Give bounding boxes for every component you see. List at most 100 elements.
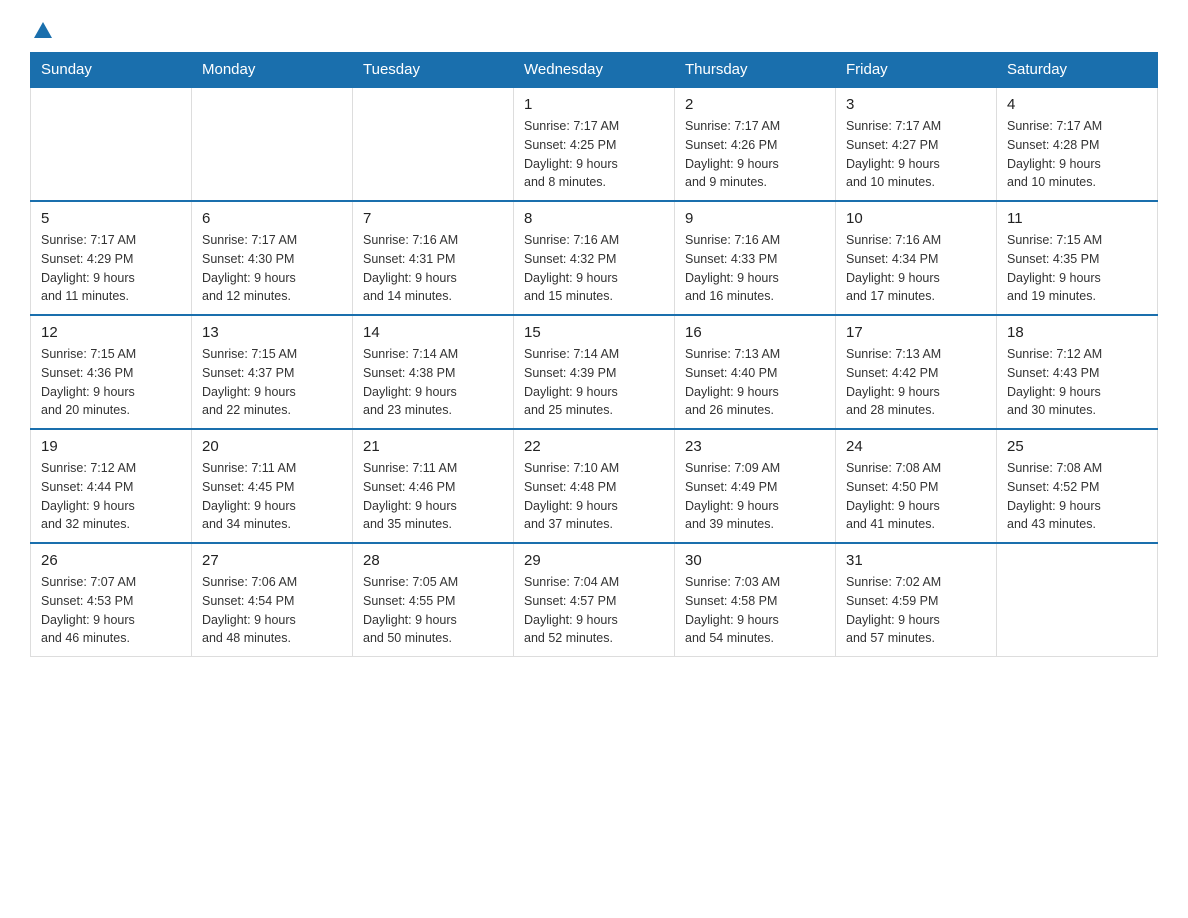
calendar-week-1: 1 Sunrise: 7:17 AM Sunset: 4:25 PM Daylig… (31, 87, 1158, 201)
calendar-cell: 9Sunrise: 7:16 AM Sunset: 4:33 PM Daylig… (675, 201, 836, 315)
day-number: 4 (1007, 96, 1147, 113)
calendar-cell: 29 Sunrise: 7:04 AM Sunset: 4:57 PM Dayli… (514, 543, 675, 657)
day-number: 31 (846, 552, 986, 569)
day-info: Sunrise: 7:14 AM Sunset: 4:39 PM Dayligh… (524, 345, 664, 420)
day-number: 10 (846, 210, 986, 227)
calendar-cell: 8 Sunrise: 7:16 AM Sunset: 4:32 PM Daylig… (514, 201, 675, 315)
calendar-cell: 20Sunrise: 7:11 AM Sunset: 4:45 PM Dayli… (192, 429, 353, 543)
calendar-header: SundayMondayTuesdayWednesdayThursdayFrid… (31, 53, 1158, 88)
day-number: 6 (202, 210, 342, 227)
day-number: 25 (1007, 438, 1147, 455)
day-info: Sunrise: 7:17 AM Sunset: 4:29 PM Dayligh… (41, 231, 181, 306)
day-number: 24 (846, 438, 986, 455)
day-info: Sunrise: 7:06 AM Sunset: 4:54 PM Dayligh… (202, 573, 342, 648)
calendar-cell: 24Sunrise: 7:08 AM Sunset: 4:50 PM Dayli… (836, 429, 997, 543)
day-number: 5 (41, 210, 181, 227)
day-info: Sunrise: 7:17 AM Sunset: 4:27 PM Dayligh… (846, 117, 986, 192)
calendar-cell: 3 Sunrise: 7:17 AM Sunset: 4:27 PM Daylig… (836, 87, 997, 201)
calendar-cell: 25 Sunrise: 7:08 AM Sunset: 4:52 PM Dayli… (997, 429, 1158, 543)
weekday-header-monday: Monday (192, 53, 353, 88)
calendar-cell: 12 Sunrise: 7:15 AM Sunset: 4:36 PM Dayli… (31, 315, 192, 429)
day-info: Sunrise: 7:09 AM Sunset: 4:49 PM Dayligh… (685, 459, 825, 534)
day-number: 13 (202, 324, 342, 341)
day-info: Sunrise: 7:12 AM Sunset: 4:43 PM Dayligh… (1007, 345, 1147, 420)
calendar-cell: 16Sunrise: 7:13 AM Sunset: 4:40 PM Dayli… (675, 315, 836, 429)
day-info: Sunrise: 7:05 AM Sunset: 4:55 PM Dayligh… (363, 573, 503, 648)
day-number: 27 (202, 552, 342, 569)
day-number: 17 (846, 324, 986, 341)
day-info: Sunrise: 7:17 AM Sunset: 4:28 PM Dayligh… (1007, 117, 1147, 192)
calendar-body: 1 Sunrise: 7:17 AM Sunset: 4:25 PM Daylig… (31, 87, 1158, 657)
day-info: Sunrise: 7:03 AM Sunset: 4:58 PM Dayligh… (685, 573, 825, 648)
calendar-cell: 14 Sunrise: 7:14 AM Sunset: 4:38 PM Dayli… (353, 315, 514, 429)
logo (30, 20, 54, 42)
calendar-cell: 11 Sunrise: 7:15 AM Sunset: 4:35 PM Dayli… (997, 201, 1158, 315)
calendar-cell: 6 Sunrise: 7:17 AM Sunset: 4:30 PM Daylig… (192, 201, 353, 315)
day-info: Sunrise: 7:14 AM Sunset: 4:38 PM Dayligh… (363, 345, 503, 420)
day-number: 1 (524, 96, 664, 113)
weekday-header-wednesday: Wednesday (514, 53, 675, 88)
day-number: 11 (1007, 210, 1147, 227)
day-info: Sunrise: 7:17 AM Sunset: 4:25 PM Dayligh… (524, 117, 664, 192)
day-info: Sunrise: 7:10 AM Sunset: 4:48 PM Dayligh… (524, 459, 664, 534)
calendar-cell: 2 Sunrise: 7:17 AM Sunset: 4:26 PM Daylig… (675, 87, 836, 201)
day-info: Sunrise: 7:04 AM Sunset: 4:57 PM Dayligh… (524, 573, 664, 648)
day-info: Sunrise: 7:17 AM Sunset: 4:26 PM Dayligh… (685, 117, 825, 192)
calendar-cell: 4 Sunrise: 7:17 AM Sunset: 4:28 PM Daylig… (997, 87, 1158, 201)
day-info: Sunrise: 7:13 AM Sunset: 4:42 PM Dayligh… (846, 345, 986, 420)
day-info: Sunrise: 7:08 AM Sunset: 4:52 PM Dayligh… (1007, 459, 1147, 534)
day-number: 30 (685, 552, 825, 569)
day-number: 14 (363, 324, 503, 341)
day-number: 22 (524, 438, 664, 455)
day-info: Sunrise: 7:16 AM Sunset: 4:32 PM Dayligh… (524, 231, 664, 306)
weekday-header-sunday: Sunday (31, 53, 192, 88)
weekday-header-friday: Friday (836, 53, 997, 88)
calendar-cell: 18 Sunrise: 7:12 AM Sunset: 4:43 PM Dayli… (997, 315, 1158, 429)
day-info: Sunrise: 7:15 AM Sunset: 4:36 PM Dayligh… (41, 345, 181, 420)
day-info: Sunrise: 7:07 AM Sunset: 4:53 PM Dayligh… (41, 573, 181, 648)
day-number: 7 (363, 210, 503, 227)
calendar-week-4: 19 Sunrise: 7:12 AM Sunset: 4:44 PM Dayli… (31, 429, 1158, 543)
weekday-header-thursday: Thursday (675, 53, 836, 88)
calendar-cell: 13 Sunrise: 7:15 AM Sunset: 4:37 PM Dayli… (192, 315, 353, 429)
day-number: 19 (41, 438, 181, 455)
day-number: 2 (685, 96, 825, 113)
calendar-cell: 22 Sunrise: 7:10 AM Sunset: 4:48 PM Dayli… (514, 429, 675, 543)
day-number: 16 (685, 324, 825, 341)
calendar-cell (192, 87, 353, 201)
day-info: Sunrise: 7:16 AM Sunset: 4:31 PM Dayligh… (363, 231, 503, 306)
day-number: 20 (202, 438, 342, 455)
day-info: Sunrise: 7:15 AM Sunset: 4:37 PM Dayligh… (202, 345, 342, 420)
day-info: Sunrise: 7:15 AM Sunset: 4:35 PM Dayligh… (1007, 231, 1147, 306)
weekday-header-tuesday: Tuesday (353, 53, 514, 88)
calendar-cell (353, 87, 514, 201)
day-number: 3 (846, 96, 986, 113)
calendar-cell: 19 Sunrise: 7:12 AM Sunset: 4:44 PM Dayli… (31, 429, 192, 543)
weekday-row: SundayMondayTuesdayWednesdayThursdayFrid… (31, 53, 1158, 88)
logo-triangle-icon (32, 20, 54, 42)
calendar-cell: 28Sunrise: 7:05 AM Sunset: 4:55 PM Dayli… (353, 543, 514, 657)
day-info: Sunrise: 7:12 AM Sunset: 4:44 PM Dayligh… (41, 459, 181, 534)
calendar-cell: 26Sunrise: 7:07 AM Sunset: 4:53 PM Dayli… (31, 543, 192, 657)
calendar-cell: 27 Sunrise: 7:06 AM Sunset: 4:54 PM Dayli… (192, 543, 353, 657)
calendar-cell: 1 Sunrise: 7:17 AM Sunset: 4:25 PM Daylig… (514, 87, 675, 201)
day-number: 23 (685, 438, 825, 455)
calendar-cell: 31 Sunrise: 7:02 AM Sunset: 4:59 PM Dayli… (836, 543, 997, 657)
page-header (30, 20, 1158, 42)
day-info: Sunrise: 7:02 AM Sunset: 4:59 PM Dayligh… (846, 573, 986, 648)
weekday-header-saturday: Saturday (997, 53, 1158, 88)
calendar-cell: 30 Sunrise: 7:03 AM Sunset: 4:58 PM Dayli… (675, 543, 836, 657)
day-number: 18 (1007, 324, 1147, 341)
day-number: 9 (685, 210, 825, 227)
day-number: 21 (363, 438, 503, 455)
calendar-week-5: 26Sunrise: 7:07 AM Sunset: 4:53 PM Dayli… (31, 543, 1158, 657)
day-info: Sunrise: 7:17 AM Sunset: 4:30 PM Dayligh… (202, 231, 342, 306)
calendar-week-2: 5 Sunrise: 7:17 AM Sunset: 4:29 PM Daylig… (31, 201, 1158, 315)
day-number: 12 (41, 324, 181, 341)
calendar-cell: 5 Sunrise: 7:17 AM Sunset: 4:29 PM Daylig… (31, 201, 192, 315)
day-info: Sunrise: 7:16 AM Sunset: 4:34 PM Dayligh… (846, 231, 986, 306)
calendar-cell: 21 Sunrise: 7:11 AM Sunset: 4:46 PM Dayli… (353, 429, 514, 543)
day-number: 8 (524, 210, 664, 227)
day-number: 29 (524, 552, 664, 569)
day-info: Sunrise: 7:11 AM Sunset: 4:46 PM Dayligh… (363, 459, 503, 534)
